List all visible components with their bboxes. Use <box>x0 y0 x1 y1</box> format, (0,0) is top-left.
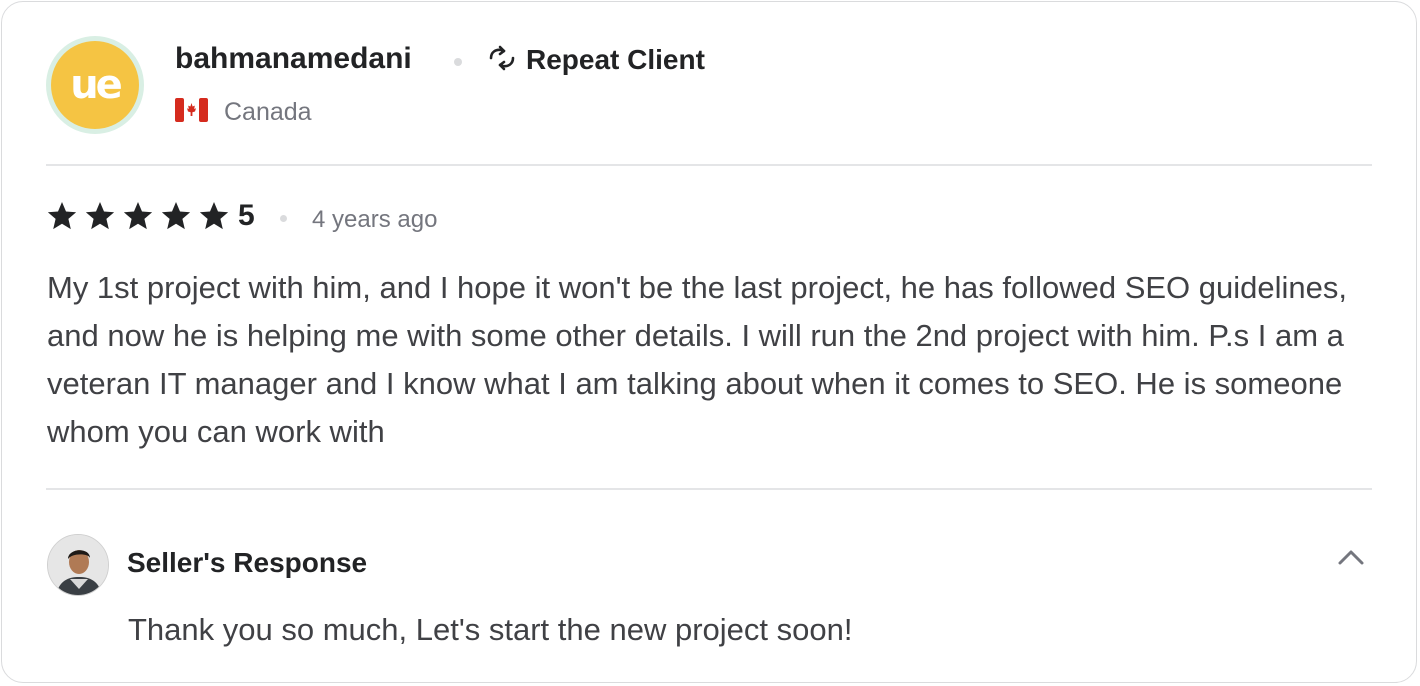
country-name: Canada <box>224 98 312 126</box>
star-icon <box>85 202 115 230</box>
seller-response-title: Seller's Response <box>127 547 368 578</box>
repeat-client-label: Repeat Client <box>526 44 705 75</box>
chevron-up-icon <box>1338 550 1364 565</box>
collapse-response-button[interactable] <box>1332 542 1370 572</box>
reviewer-avatar-logo: ue <box>51 41 139 129</box>
rating-value: 5 <box>238 199 255 232</box>
reviewer-avatar[interactable]: ue <box>46 36 144 134</box>
response-divider <box>46 488 1372 490</box>
review-text: My 1st project with him, and I hope it w… <box>47 270 1348 449</box>
star-rating: 5 <box>46 199 255 233</box>
separator-dot <box>454 58 462 66</box>
review-time: 4 years ago <box>312 206 438 233</box>
header-divider <box>46 164 1372 166</box>
repeat-client-badge: Repeat Client <box>486 44 705 76</box>
repeat-icon <box>486 45 518 76</box>
review-card: ue bahmanamedani Repeat Client Canada 5 … <box>1 1 1417 683</box>
star-icon <box>199 202 229 230</box>
reviewer-username[interactable]: bahmanamedani <box>175 42 412 76</box>
separator-dot <box>280 215 287 222</box>
star-icon <box>47 202 77 230</box>
star-icon <box>161 202 191 230</box>
star-icon <box>123 202 153 230</box>
seller-response-text: Thank you so much, Let's start the new p… <box>128 612 853 647</box>
canada-flag-icon <box>175 98 208 127</box>
seller-avatar <box>47 534 109 596</box>
reviewer-country: Canada <box>175 98 312 127</box>
